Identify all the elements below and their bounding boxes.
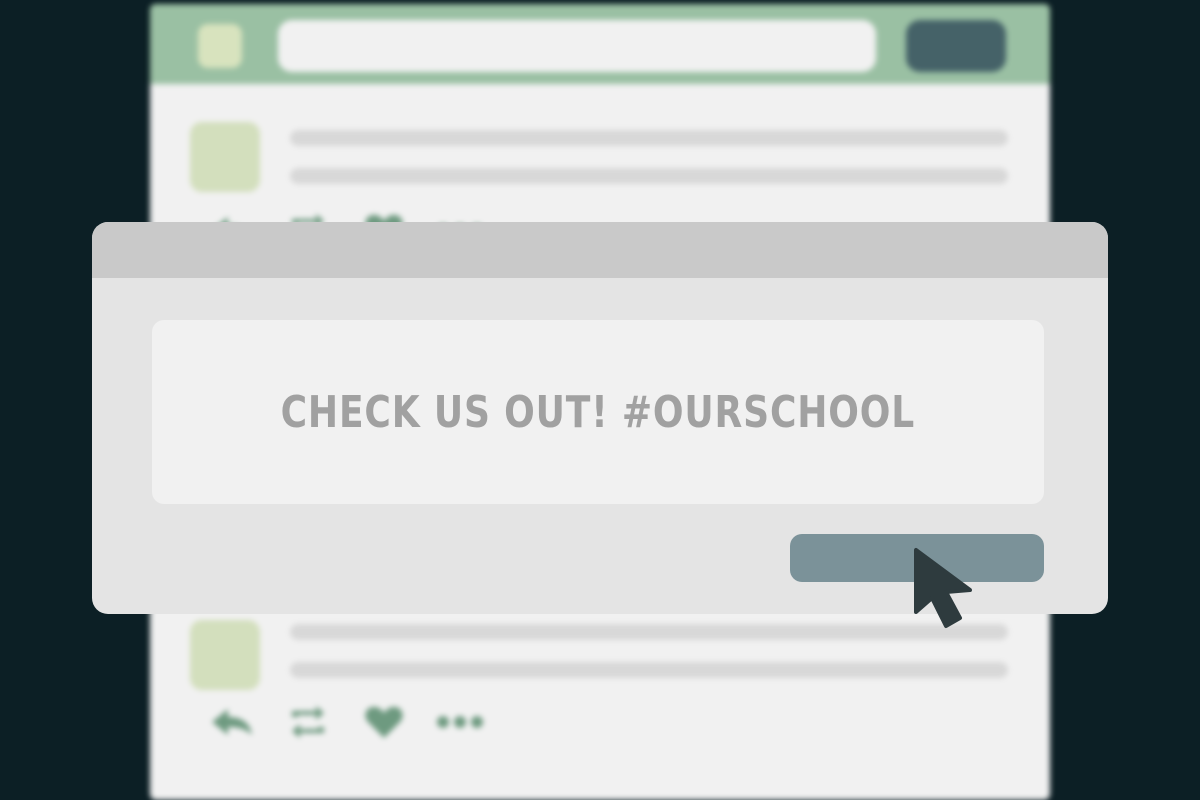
more-icon[interactable]	[436, 704, 484, 740]
post-text-line	[290, 624, 1008, 640]
avatar	[190, 122, 260, 192]
search-input[interactable]	[278, 20, 876, 72]
feed-post	[150, 84, 1050, 246]
post-actions	[208, 702, 484, 742]
post-text-line	[290, 130, 1008, 146]
reply-icon[interactable]	[208, 704, 256, 740]
retweet-icon[interactable]	[284, 704, 332, 740]
heart-icon[interactable]	[360, 704, 408, 740]
avatar	[190, 620, 260, 690]
compose-text: CHECK US OUT! #OURSCHOOL	[280, 386, 916, 438]
cursor-arrow-icon	[914, 548, 972, 628]
compose-textbox[interactable]: CHECK US OUT! #OURSCHOOL	[152, 320, 1044, 504]
feed-header	[150, 4, 1050, 84]
post-text-line	[290, 662, 1008, 678]
dialog-titlebar	[92, 222, 1108, 278]
logo-icon	[198, 24, 242, 68]
post-text-line	[290, 168, 1008, 184]
header-button[interactable]	[906, 20, 1006, 72]
